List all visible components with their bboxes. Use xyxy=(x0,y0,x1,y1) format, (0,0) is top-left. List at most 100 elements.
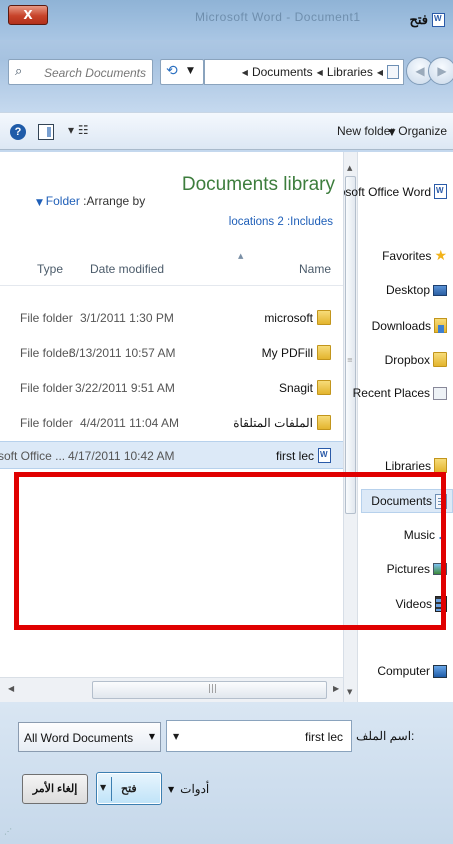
file-name-input[interactable]: ▼ first lec xyxy=(166,720,352,752)
library-title: Documents library xyxy=(181,174,335,195)
dialog-footer: All Word Documents ▼ ▼ first lec اسم الم… xyxy=(0,702,453,844)
refresh-button[interactable]: ⟲ ▼ xyxy=(160,59,204,85)
preview-pane-icon[interactable] xyxy=(38,124,54,140)
includes-value[interactable]: locations 2 xyxy=(229,216,284,228)
title-bar: X Microsoft Word - Document1 فتح xyxy=(0,0,453,40)
file-name: Snagit xyxy=(278,380,313,395)
arrange-by[interactable]: ▼ Folder :Arrange by xyxy=(36,194,145,208)
file-date: 3/22/2011 9:51 AM xyxy=(75,381,175,395)
back-button[interactable]: ▶ xyxy=(428,57,453,85)
downloads-icon xyxy=(434,318,447,333)
dialog-title: فتح xyxy=(409,12,445,28)
cancel-button[interactable]: إلغاء الأمر xyxy=(22,774,88,804)
nav-item-desktop[interactable]: Desktop xyxy=(386,283,447,297)
file-row-selected[interactable]: soft Office ... 4/17/2011 10:42 AM first… xyxy=(0,441,343,469)
file-row[interactable]: File folder 4/4/2011 11:04 AM الملفات ال… xyxy=(0,409,343,437)
file-name: My PDFill xyxy=(261,345,313,360)
breadcrumb-libraries[interactable]: Libraries xyxy=(327,65,373,79)
refresh-icon: ⟲ xyxy=(166,63,178,79)
nav-item-label: Computer xyxy=(377,664,430,678)
command-bar: ? ▾ ☷ New folder ▼ Organize xyxy=(0,112,453,150)
nav-item-favorites[interactable]: Favorites ★ xyxy=(382,248,447,264)
column-name[interactable]: Name xyxy=(299,262,331,276)
scroll-thumb[interactable]: ||| xyxy=(92,681,327,699)
help-icon[interactable]: ? xyxy=(10,124,26,140)
resize-grip-icon[interactable]: ⋰ xyxy=(4,827,12,836)
change-view-icon[interactable]: ▾ ☷ xyxy=(68,123,89,137)
star-icon: ★ xyxy=(434,248,447,264)
includes-label: :Includes xyxy=(286,216,333,228)
library-icon xyxy=(387,65,399,79)
file-name-cell: My PDFill xyxy=(262,345,331,360)
address-row: ⌕ Search Documents ⟲ ▼ ◀ Documents ◀ Lib… xyxy=(0,57,453,90)
new-folder-button[interactable]: New folder xyxy=(337,124,394,138)
scroll-down-icon[interactable]: ▼ xyxy=(347,688,352,696)
window-title: Microsoft Word - Document1 xyxy=(195,10,361,24)
desktop-icon xyxy=(433,284,447,296)
file-type-value: All Word Documents xyxy=(24,731,134,745)
nav-item-recent-doc[interactable]: rosoft Office Word xyxy=(343,184,447,199)
column-headers: ▲ Type Date modified Name xyxy=(0,250,343,286)
chevron-down-icon: ▼ xyxy=(36,198,46,208)
file-type: soft Office ... xyxy=(0,449,66,463)
word-icon xyxy=(432,13,445,27)
file-date: 3/1/2011 1:30 PM xyxy=(80,311,174,325)
nav-item-downloads[interactable]: Downloads xyxy=(372,318,447,333)
includes-locations[interactable]: locations 2 :Includes xyxy=(229,216,333,228)
chevron-down-icon: ▼ xyxy=(148,732,155,741)
file-name-cell: microsoft xyxy=(264,310,331,325)
chevron-down-icon: ▼ xyxy=(168,784,175,794)
folder-icon xyxy=(317,415,331,430)
file-row[interactable]: File folder 3/1/2011 1:30 PM microsoft xyxy=(0,304,343,332)
nav-item-libraries[interactable]: Libraries xyxy=(385,458,447,473)
file-row[interactable]: File folder 3/22/2011 9:51 AM Snagit xyxy=(0,374,343,402)
organize-label: Organize xyxy=(398,124,447,138)
search-icon: ⌕ xyxy=(15,64,23,79)
file-type-select[interactable]: All Word Documents ▼ xyxy=(18,722,161,752)
open-button[interactable]: ▼ فتح xyxy=(96,772,162,805)
file-name-value: first lec xyxy=(304,730,343,744)
chevron-left-icon: ◀ xyxy=(316,67,323,77)
nav-item-label: Recent Places xyxy=(352,386,430,400)
horizontal-scrollbar[interactable]: ◀ ||| ▶ xyxy=(0,677,343,702)
nav-item-recent-places[interactable]: Recent Places xyxy=(353,386,447,400)
breadcrumb[interactable]: ◀ Documents ◀ Libraries ◀ xyxy=(204,59,404,85)
chevron-down-icon[interactable]: ▼ xyxy=(173,732,179,741)
libraries-icon xyxy=(434,458,447,473)
tools-menu[interactable]: ▼ أدوات xyxy=(168,782,209,796)
close-button[interactable]: X xyxy=(8,5,48,25)
file-type: File folder xyxy=(20,381,73,395)
scroll-right-icon[interactable]: ▶ xyxy=(333,684,339,693)
history-dropdown-icon[interactable]: ▼ xyxy=(187,66,194,76)
file-row[interactable]: File folder 3/13/2011 10:57 AM My PDFill xyxy=(0,339,343,367)
nav-item-label: rosoft Office Word xyxy=(343,184,431,199)
file-name: microsoft xyxy=(264,310,313,325)
nav-item-label: Libraries xyxy=(384,458,431,473)
scroll-thumb[interactable] xyxy=(345,176,356,514)
search-box[interactable]: ⌕ Search Documents xyxy=(8,59,153,85)
scroll-left-icon[interactable]: ◀ xyxy=(8,684,14,693)
scroll-up-icon[interactable]: ▲ xyxy=(347,164,352,172)
nav-item-dropbox[interactable]: Dropbox xyxy=(385,352,447,367)
column-date-modified[interactable]: Date modified xyxy=(90,262,164,276)
library-header: ▼ Folder :Arrange by Documents library l… xyxy=(0,152,343,240)
file-name-cell: Snagit xyxy=(279,380,331,395)
file-name-cell: الملفات المتلقاة xyxy=(233,415,331,430)
chevron-left-icon: ◀ xyxy=(376,67,383,77)
nav-item-computer[interactable]: Computer xyxy=(377,664,447,678)
file-type: File folder xyxy=(20,416,73,430)
file-type: File folder xyxy=(20,311,73,325)
file-name: الملفات المتلقاة xyxy=(233,415,313,430)
computer-icon xyxy=(433,664,447,678)
open-file-dialog: X Microsoft Word - Document1 فتح ⌕ Searc… xyxy=(0,0,453,844)
arrange-by-value[interactable]: Folder xyxy=(46,194,80,208)
nav-item-label: Downloads xyxy=(371,318,431,333)
dialog-title-label: فتح xyxy=(409,12,428,27)
breadcrumb-documents[interactable]: Documents xyxy=(252,65,313,79)
chevron-down-icon[interactable]: ▼ xyxy=(100,783,106,792)
organize-button[interactable]: ▼ Organize xyxy=(389,124,448,138)
column-type[interactable]: Type xyxy=(37,262,63,276)
recent-places-icon xyxy=(433,386,447,400)
folder-icon xyxy=(317,345,331,360)
highlight-box xyxy=(14,472,446,630)
